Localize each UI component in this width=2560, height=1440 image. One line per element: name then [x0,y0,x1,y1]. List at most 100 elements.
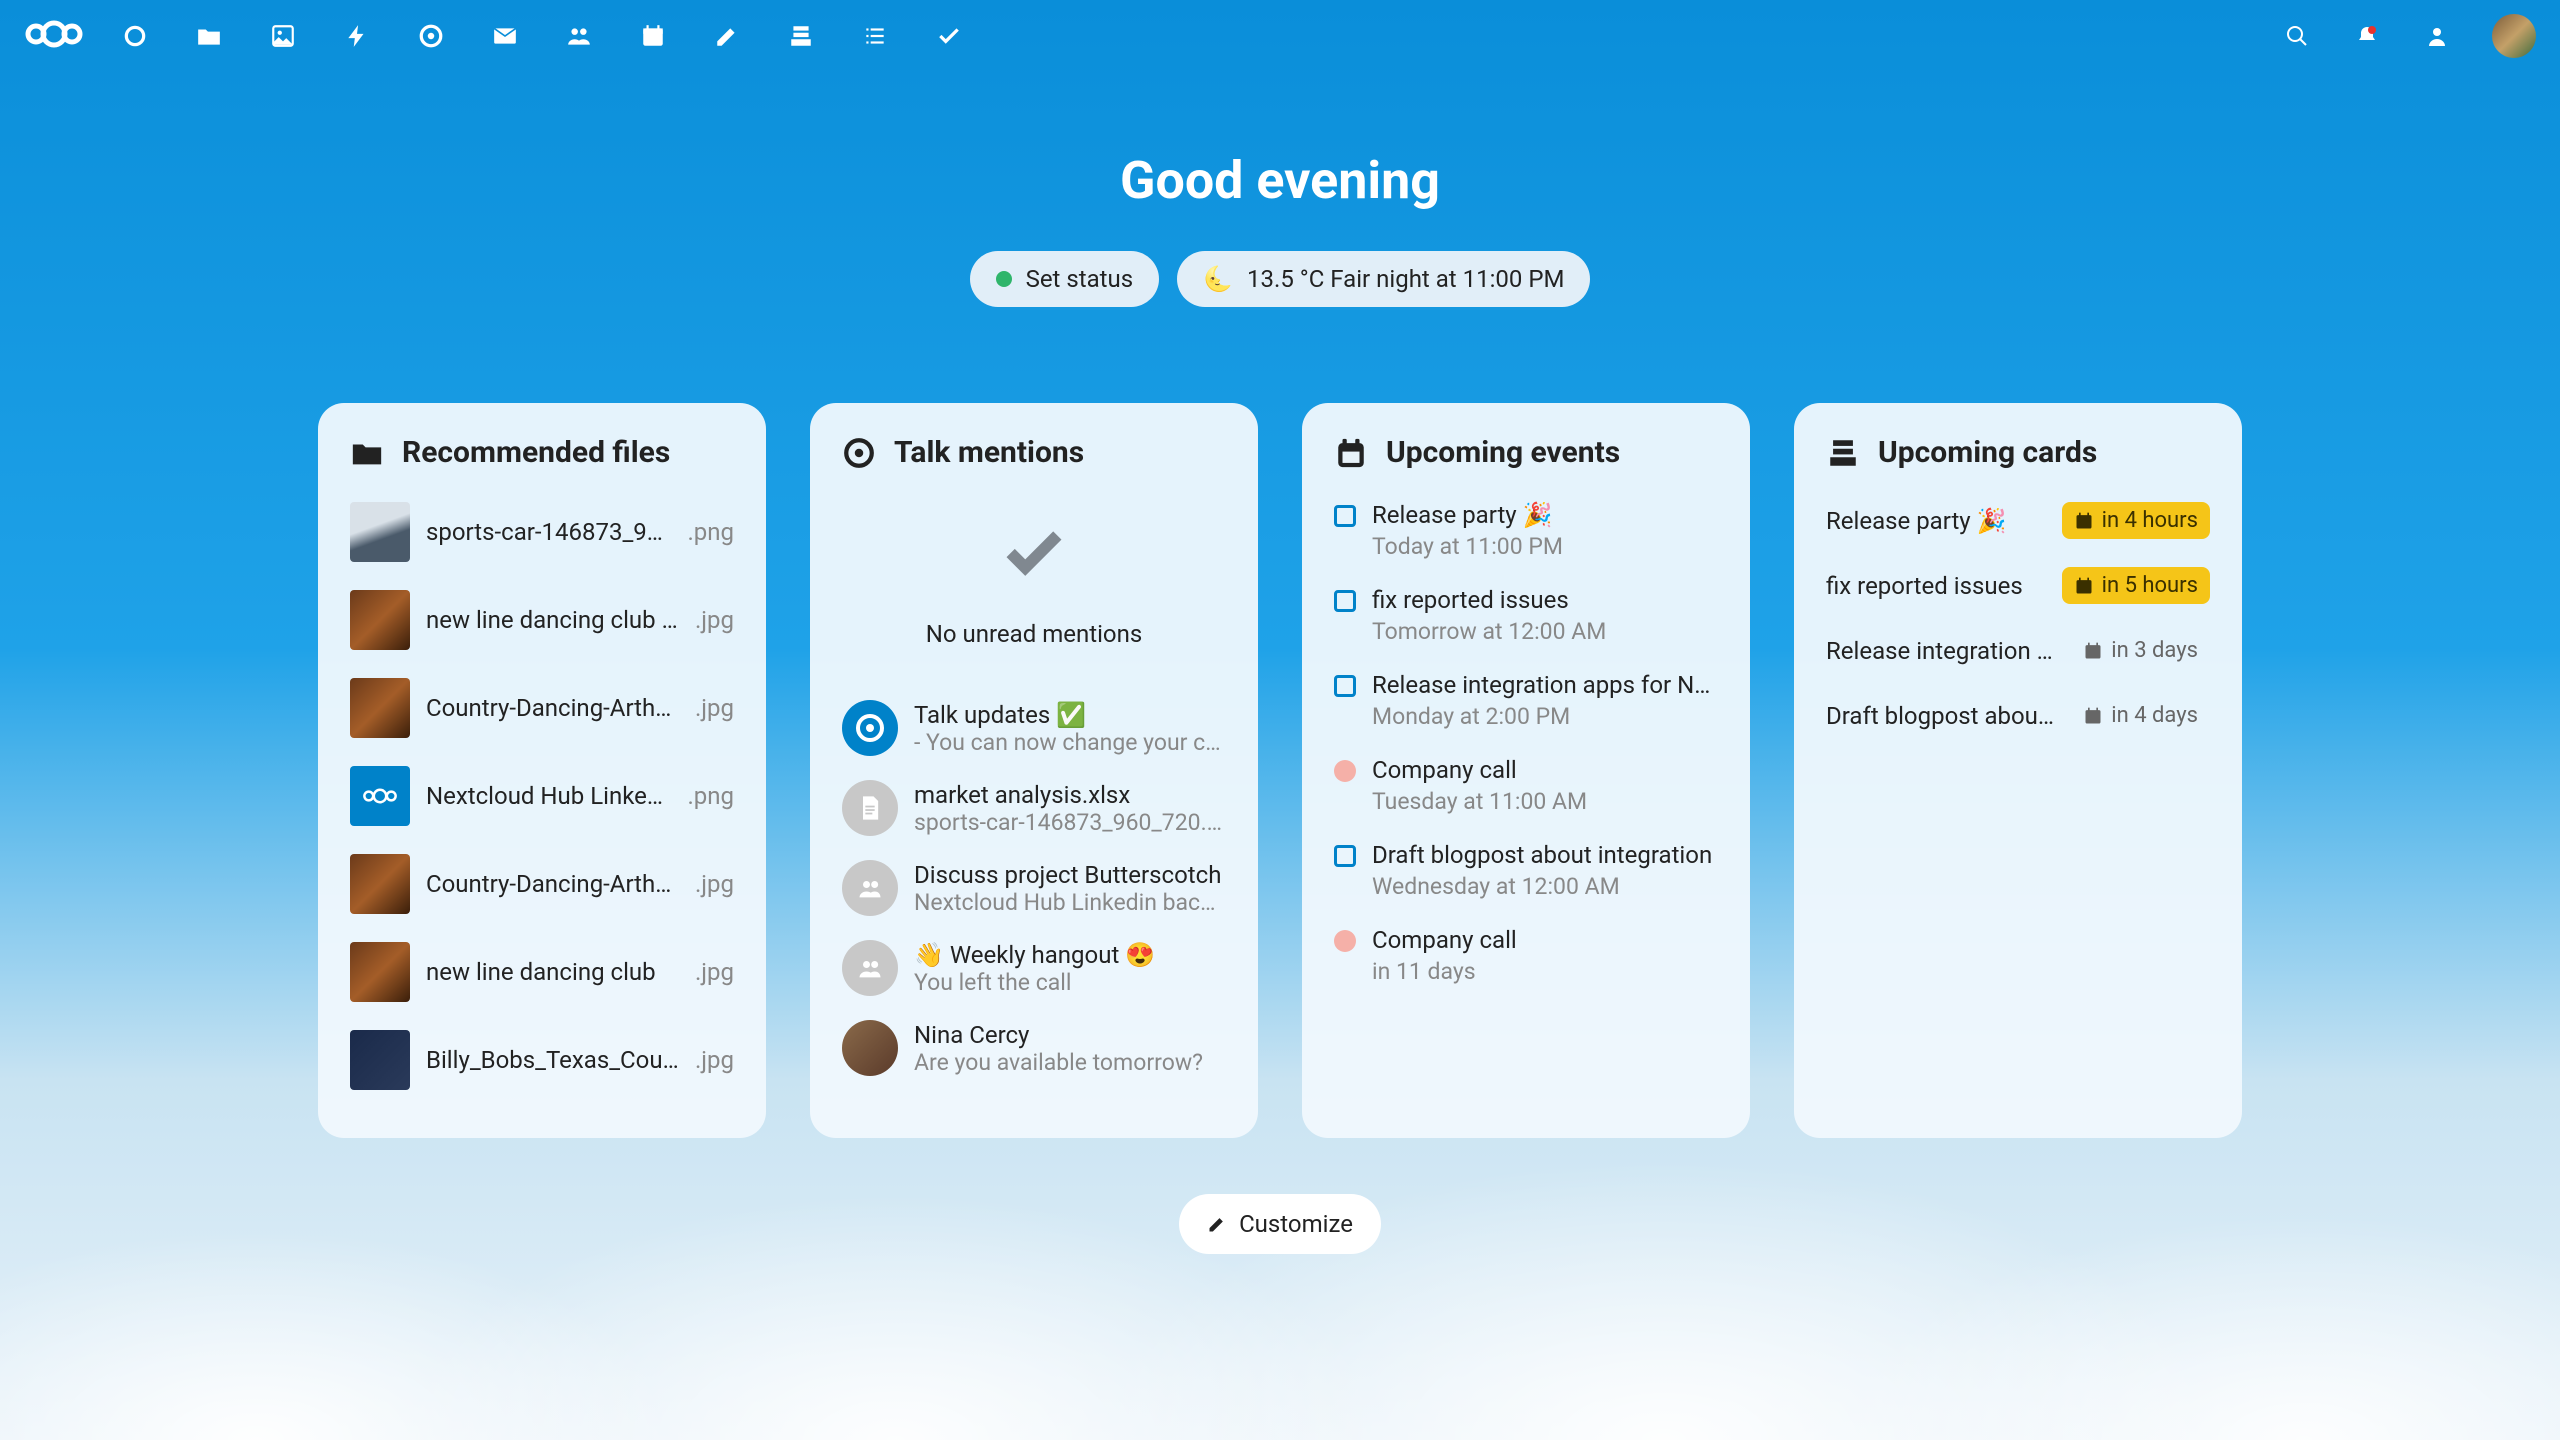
file-row[interactable]: Billy_Bobs_Texas_Countr… .jpg [342,1016,742,1104]
event-marker-icon [1334,845,1356,867]
event-row[interactable]: Company callin 11 days [1326,913,1726,998]
card-due-badge: in 5 hours [2062,567,2210,604]
mail-app-icon[interactable] [490,21,520,51]
event-marker-icon [1334,930,1356,952]
event-marker-icon [1334,675,1356,697]
event-marker-icon [1334,590,1356,612]
event-title: Release integration apps for Nextclou… [1372,671,1718,699]
contacts-app-icon[interactable] [564,21,594,51]
file-thumbnail [350,590,410,650]
talk-avatar [842,940,898,996]
talk-app-icon[interactable] [416,21,446,51]
talk-empty-text: No unread mentions [834,620,1234,648]
talk-row[interactable]: Discuss project ButterscotchNextcloud Hu… [834,848,1234,928]
deck-app-icon[interactable] [786,21,816,51]
customize-button[interactable]: Customize [1179,1194,1381,1254]
calendar-app-icon[interactable] [638,21,668,51]
activity-app-icon[interactable] [342,21,372,51]
widget-title: Upcoming events [1386,435,1620,470]
card-row[interactable]: Release integration apps for… in 3 days [1818,618,2218,683]
event-row[interactable]: Company callTuesday at 11:00 AM [1326,743,1726,828]
list-app-icon[interactable] [860,21,890,51]
file-name: Billy_Bobs_Texas_Countr… [426,1046,679,1074]
event-row[interactable]: Release integration apps for Nextclou… Mo… [1326,658,1726,743]
upcoming-cards-widget: Upcoming cards Release party 🎉in 4 hours… [1794,403,2242,1138]
dashboard-app-icon[interactable] [120,21,150,51]
talk-avatar [842,860,898,916]
card-due-badge: in 3 days [2071,632,2210,669]
file-extension: .jpg [695,870,734,898]
talk-icon [842,436,876,470]
talk-title: Discuss project Butterscotch [914,861,1226,889]
set-status-button[interactable]: Set status [970,251,1160,307]
talk-subtitle: Nextcloud Hub Linkedin backgrou… [914,889,1226,916]
event-time: Monday at 2:00 PM [1372,703,1718,730]
file-thumbnail [350,766,410,826]
file-name: Nextcloud Hub Linkedin b… [426,782,671,810]
calendar-icon [1334,436,1368,470]
contacts-menu-icon[interactable] [2422,21,2452,51]
set-status-label: Set status [1026,265,1134,293]
upcoming-events-widget: Upcoming events Release party 🎉Today at … [1302,403,1750,1138]
widget-title: Talk mentions [894,435,1084,470]
card-row[interactable]: Release party 🎉in 4 hours [1818,488,2218,553]
event-time: Wednesday at 12:00 AM [1372,873,1718,900]
card-title: Release integration apps for… [1826,637,2059,665]
card-title: Release party 🎉 [1826,507,2050,535]
event-time: Today at 11:00 PM [1372,533,1718,560]
file-name: sports-car-146873_960_7… [426,518,671,546]
recommended-files-widget: Recommended files sports-car-146873_960_… [318,403,766,1138]
weather-button[interactable]: 🌜 13.5 °C Fair night at 11:00 PM [1177,251,1590,307]
logo[interactable] [24,18,84,54]
talk-row[interactable]: Talk updates ✅- You can now change your … [834,688,1234,768]
file-extension: .png [687,782,734,810]
notifications-icon[interactable] [2352,21,2382,51]
status-dot-icon [996,271,1012,287]
file-name: Country-Dancing-Arthur_… [426,870,679,898]
event-marker-icon [1334,505,1356,527]
widget-title: Recommended files [402,435,670,470]
file-row[interactable]: Country-Dancing-Arthur_….jpg [342,664,742,752]
file-row[interactable]: new line dancing club (2) .jpg [342,576,742,664]
file-name: new line dancing club (2) [426,606,679,634]
search-icon[interactable] [2282,21,2312,51]
file-thumbnail [350,854,410,914]
file-extension: .png [687,518,734,546]
talk-title: market analysis.xlsx [914,781,1226,809]
talk-subtitle: sports-car-146873_960_720.png [914,809,1226,836]
file-row[interactable]: new line dancing club.jpg [342,928,742,1016]
tasks-app-icon[interactable] [934,21,964,51]
file-name: Country-Dancing-Arthur_… [426,694,679,722]
talk-mentions-widget: Talk mentions No unread mentions Talk up… [810,403,1258,1138]
talk-row[interactable]: market analysis.xlsxsports-car-146873_96… [834,768,1234,848]
file-thumbnail [350,942,410,1002]
file-row[interactable]: Country-Dancing-Arthur_… .jpg [342,840,742,928]
card-row[interactable]: fix reported issuesin 5 hours [1818,553,2218,618]
nav-apps [120,21,964,51]
card-due-badge: in 4 days [2071,697,2210,734]
talk-title: Talk updates ✅ [914,701,1226,729]
talk-row[interactable]: Nina CercyAre you available tomorrow? [834,1008,1234,1088]
notes-app-icon[interactable] [712,21,742,51]
file-row[interactable]: Nextcloud Hub Linkedin b… .png [342,752,742,840]
weather-text: 13.5 °C Fair night at 11:00 PM [1247,265,1564,293]
talk-avatar [842,1020,898,1076]
event-row[interactable]: Draft blogpost about integration Wednesda… [1326,828,1726,913]
files-app-icon[interactable] [194,21,224,51]
event-row[interactable]: fix reported issuesTomorrow at 12:00 AM [1326,573,1726,658]
top-bar [0,0,2560,72]
card-row[interactable]: Draft blogpost about integra…in 4 days [1818,683,2218,748]
file-row[interactable]: sports-car-146873_960_7… .png [342,488,742,576]
file-extension: .jpg [695,1046,734,1074]
folder-icon [350,436,384,470]
photos-app-icon[interactable] [268,21,298,51]
top-bar-right [2282,14,2536,58]
file-extension: .jpg [695,606,734,634]
event-row[interactable]: Release party 🎉Today at 11:00 PM [1326,488,1726,573]
event-title: Draft blogpost about integration [1372,841,1718,869]
pencil-icon [1207,1214,1227,1234]
user-avatar[interactable] [2492,14,2536,58]
check-icon [999,518,1069,588]
event-time: in 11 days [1372,958,1718,985]
talk-row[interactable]: 👋 Weekly hangout 😍You left the call [834,928,1234,1008]
